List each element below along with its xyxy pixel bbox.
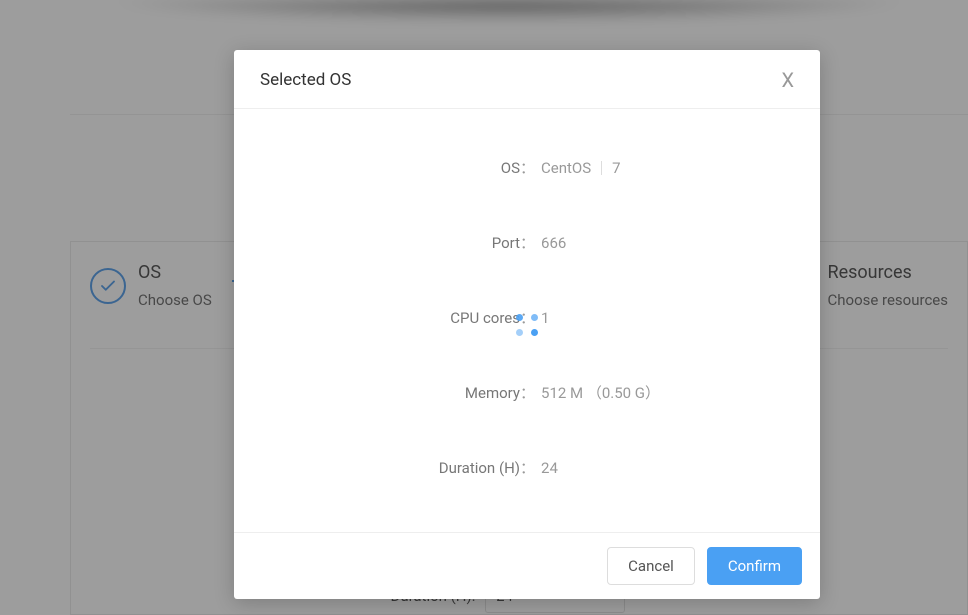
modal-footer: Cancel Confirm — [234, 532, 820, 599]
os-label: OS — [260, 159, 520, 177]
field-duration: Duration (H) ： 24 — [260, 457, 794, 478]
field-os: OS ： CentOS 7 — [260, 157, 794, 178]
duration-field-value: 24 — [541, 459, 558, 477]
port-label: Port — [260, 234, 520, 252]
duration-field-colon: ： — [520, 457, 535, 478]
cancel-button[interactable]: Cancel — [607, 547, 695, 585]
os-version-value: 7 — [612, 159, 620, 177]
confirm-button[interactable]: Confirm — [707, 547, 802, 585]
field-memory: Memory ： 512 M （0.50 G） — [260, 382, 794, 403]
field-port: Port ： 666 — [260, 232, 794, 253]
port-colon: ： — [520, 232, 535, 253]
selected-os-modal: Selected OS X OS ： CentOS 7 Port ： 666 C… — [234, 50, 820, 599]
memory-value: 512 M （0.50 G） — [541, 382, 660, 403]
modal-header: Selected OS X — [234, 50, 820, 109]
duration-field-label: Duration (H) — [260, 459, 520, 477]
memory-label: Memory — [260, 384, 520, 402]
modal-title: Selected OS — [260, 70, 351, 90]
cpu-label: CPU cores — [260, 309, 520, 327]
os-name-value: CentOS — [541, 159, 591, 177]
memory-colon: ： — [520, 382, 535, 403]
os-colon: ： — [520, 157, 535, 178]
os-separator — [601, 161, 602, 175]
close-icon[interactable]: X — [781, 70, 794, 90]
port-value: 666 — [541, 234, 566, 252]
loading-spinner-icon — [516, 314, 538, 336]
cpu-value: 1 — [541, 309, 549, 327]
